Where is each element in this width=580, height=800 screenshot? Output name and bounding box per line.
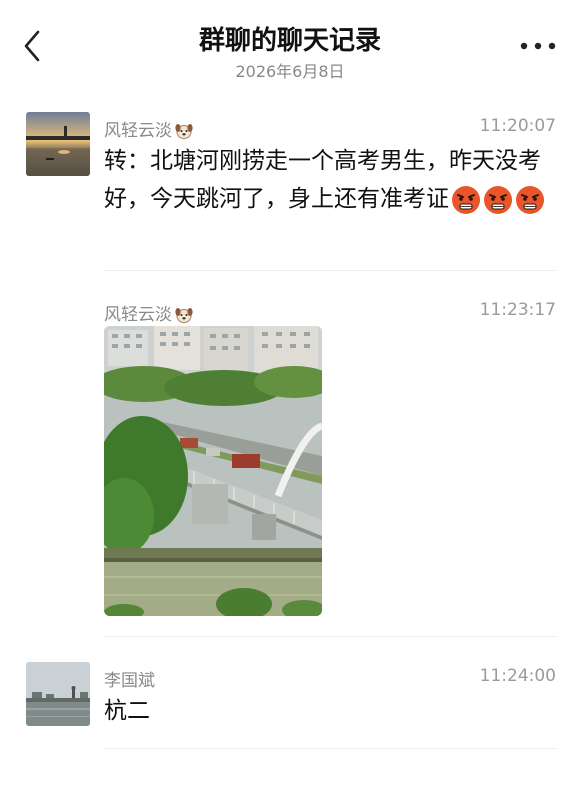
sender-name: 风轻云淡	[104, 116, 194, 141]
divider	[104, 636, 556, 637]
sender-name: 风轻云淡	[104, 300, 194, 325]
message-text: 杭二	[104, 698, 150, 724]
more-button[interactable]	[518, 38, 558, 54]
sunset-lake-avatar-image	[26, 112, 90, 176]
riverside-bridge-photo	[104, 326, 322, 616]
dog-face-icon	[175, 308, 193, 323]
message-text: 转：北塘河刚捞走一个高考男生，昨天没考好，今天跳河了，身上还有准考证	[104, 142, 554, 218]
chat-history-header: 群聊的聊天记录 2026年6月8日	[0, 0, 580, 90]
message-timestamp: 11:23:17	[479, 300, 556, 320]
avatar[interactable]	[26, 662, 90, 726]
city-skyline-avatar-image	[26, 662, 90, 726]
sender-name: 李国斌	[104, 671, 155, 691]
more-dots-icon	[520, 42, 556, 50]
angry-face-icon	[452, 185, 480, 214]
dog-face-icon	[175, 124, 193, 139]
history-date: 2026年6月8日	[235, 62, 345, 81]
divider	[104, 270, 556, 271]
photo-attachment[interactable]	[104, 326, 322, 616]
message-timestamp: 11:24:00	[479, 666, 556, 686]
angry-face-icon	[516, 185, 544, 214]
angry-face-icon	[484, 185, 512, 214]
message-timestamp: 11:20:07	[479, 116, 556, 136]
divider	[104, 748, 556, 749]
page-title: 群聊的聊天记录	[198, 26, 381, 56]
avatar[interactable]	[26, 112, 90, 176]
